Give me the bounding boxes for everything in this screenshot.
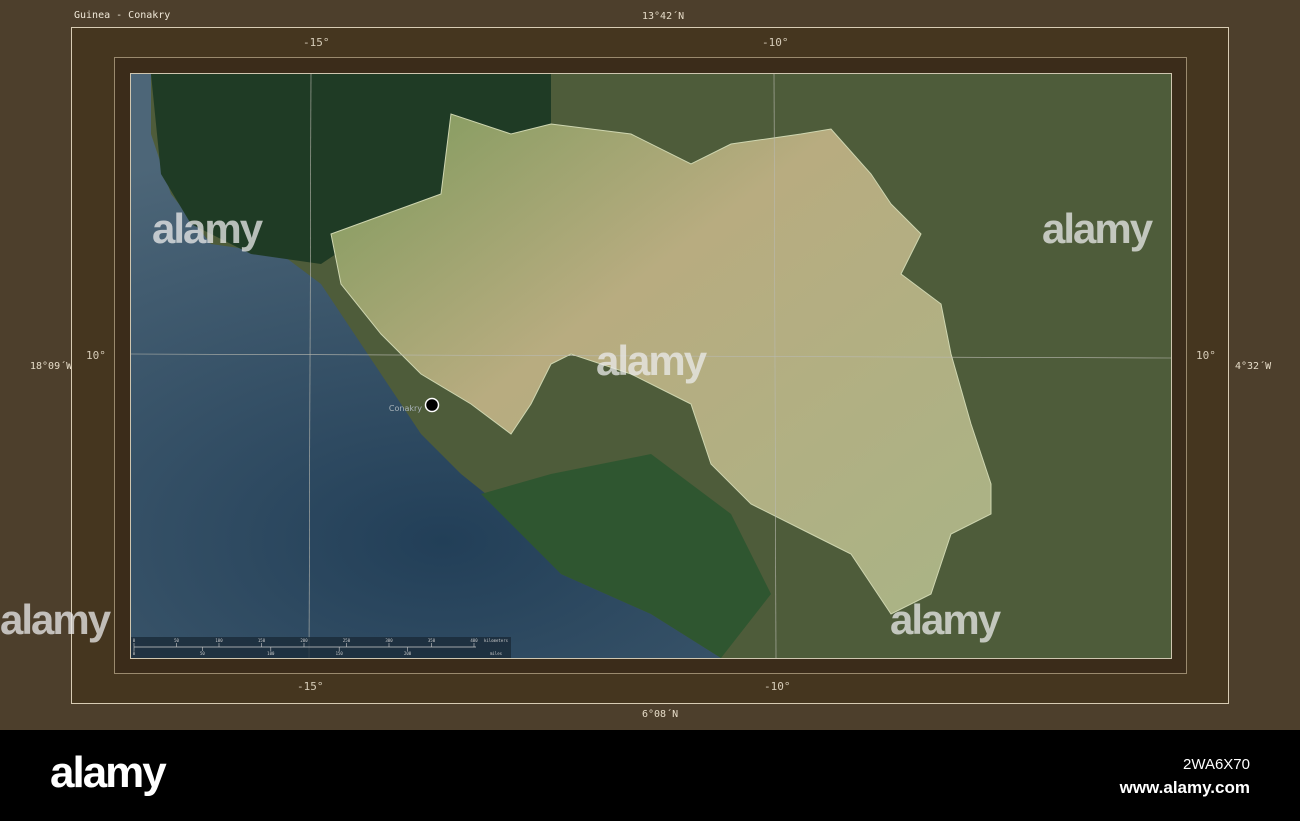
scale-tick-label: 50 <box>200 651 205 656</box>
lon-label-top-15: -15° <box>303 36 330 49</box>
lat-label-right: 10° <box>1196 349 1216 362</box>
watermark: alamy <box>1042 205 1153 252</box>
coord-top: 13°42´N <box>642 11 685 22</box>
scale-unit: miles <box>490 651 503 656</box>
scale-tick-label: 150 <box>336 651 344 656</box>
watermark: alamy <box>890 596 1001 643</box>
scale-tick-label: 400 <box>470 638 478 643</box>
coord-bottom: 6°08´N <box>642 709 679 720</box>
scale-bar: 0 50 100 150 200 250 300 350 400 kilometers0 50 100… <box>131 637 511 658</box>
lon-label-bottom-10: -10° <box>764 680 791 693</box>
lon-label-bottom-15: -15° <box>297 680 324 693</box>
scale-tick-label: 350 <box>428 638 436 643</box>
map-frame: Guinea - Conakry 13°42´N 6°08´N 18°09´W … <box>0 0 1300 730</box>
scale-tick-label: 250 <box>343 638 351 643</box>
watermark: alamy <box>596 337 707 384</box>
footer-bar: alamy 2WA6X70 www.alamy.com <box>0 730 1300 821</box>
scale-tick-label: 100 <box>267 651 275 656</box>
image-id: 2WA6X70 <box>1183 756 1250 773</box>
coord-right: 4°32´W <box>1235 361 1272 372</box>
alamy-url[interactable]: www.alamy.com <box>1120 778 1250 798</box>
scale-tick-label: 150 <box>258 638 266 643</box>
scale-tick-label: 300 <box>385 638 393 643</box>
map-title: Guinea - Conakry <box>74 10 171 21</box>
scale-tick-label: 100 <box>215 638 223 643</box>
lat-label-left: 10° <box>86 349 106 362</box>
lon-label-top-10: -10° <box>762 36 789 49</box>
scale-tick-label: 50 <box>174 638 179 643</box>
coord-left: 18°09´W <box>30 361 73 372</box>
alamy-logo: alamy <box>50 748 167 797</box>
scale-tick-label: 200 <box>300 638 308 643</box>
watermark: alamy <box>0 596 111 643</box>
watermark: alamy <box>152 205 263 252</box>
capital-marker-conakry <box>424 397 440 413</box>
capital-label: Conakry <box>389 404 422 413</box>
scale-tick-label: 200 <box>404 651 412 656</box>
scale-unit: kilometers <box>484 638 509 643</box>
